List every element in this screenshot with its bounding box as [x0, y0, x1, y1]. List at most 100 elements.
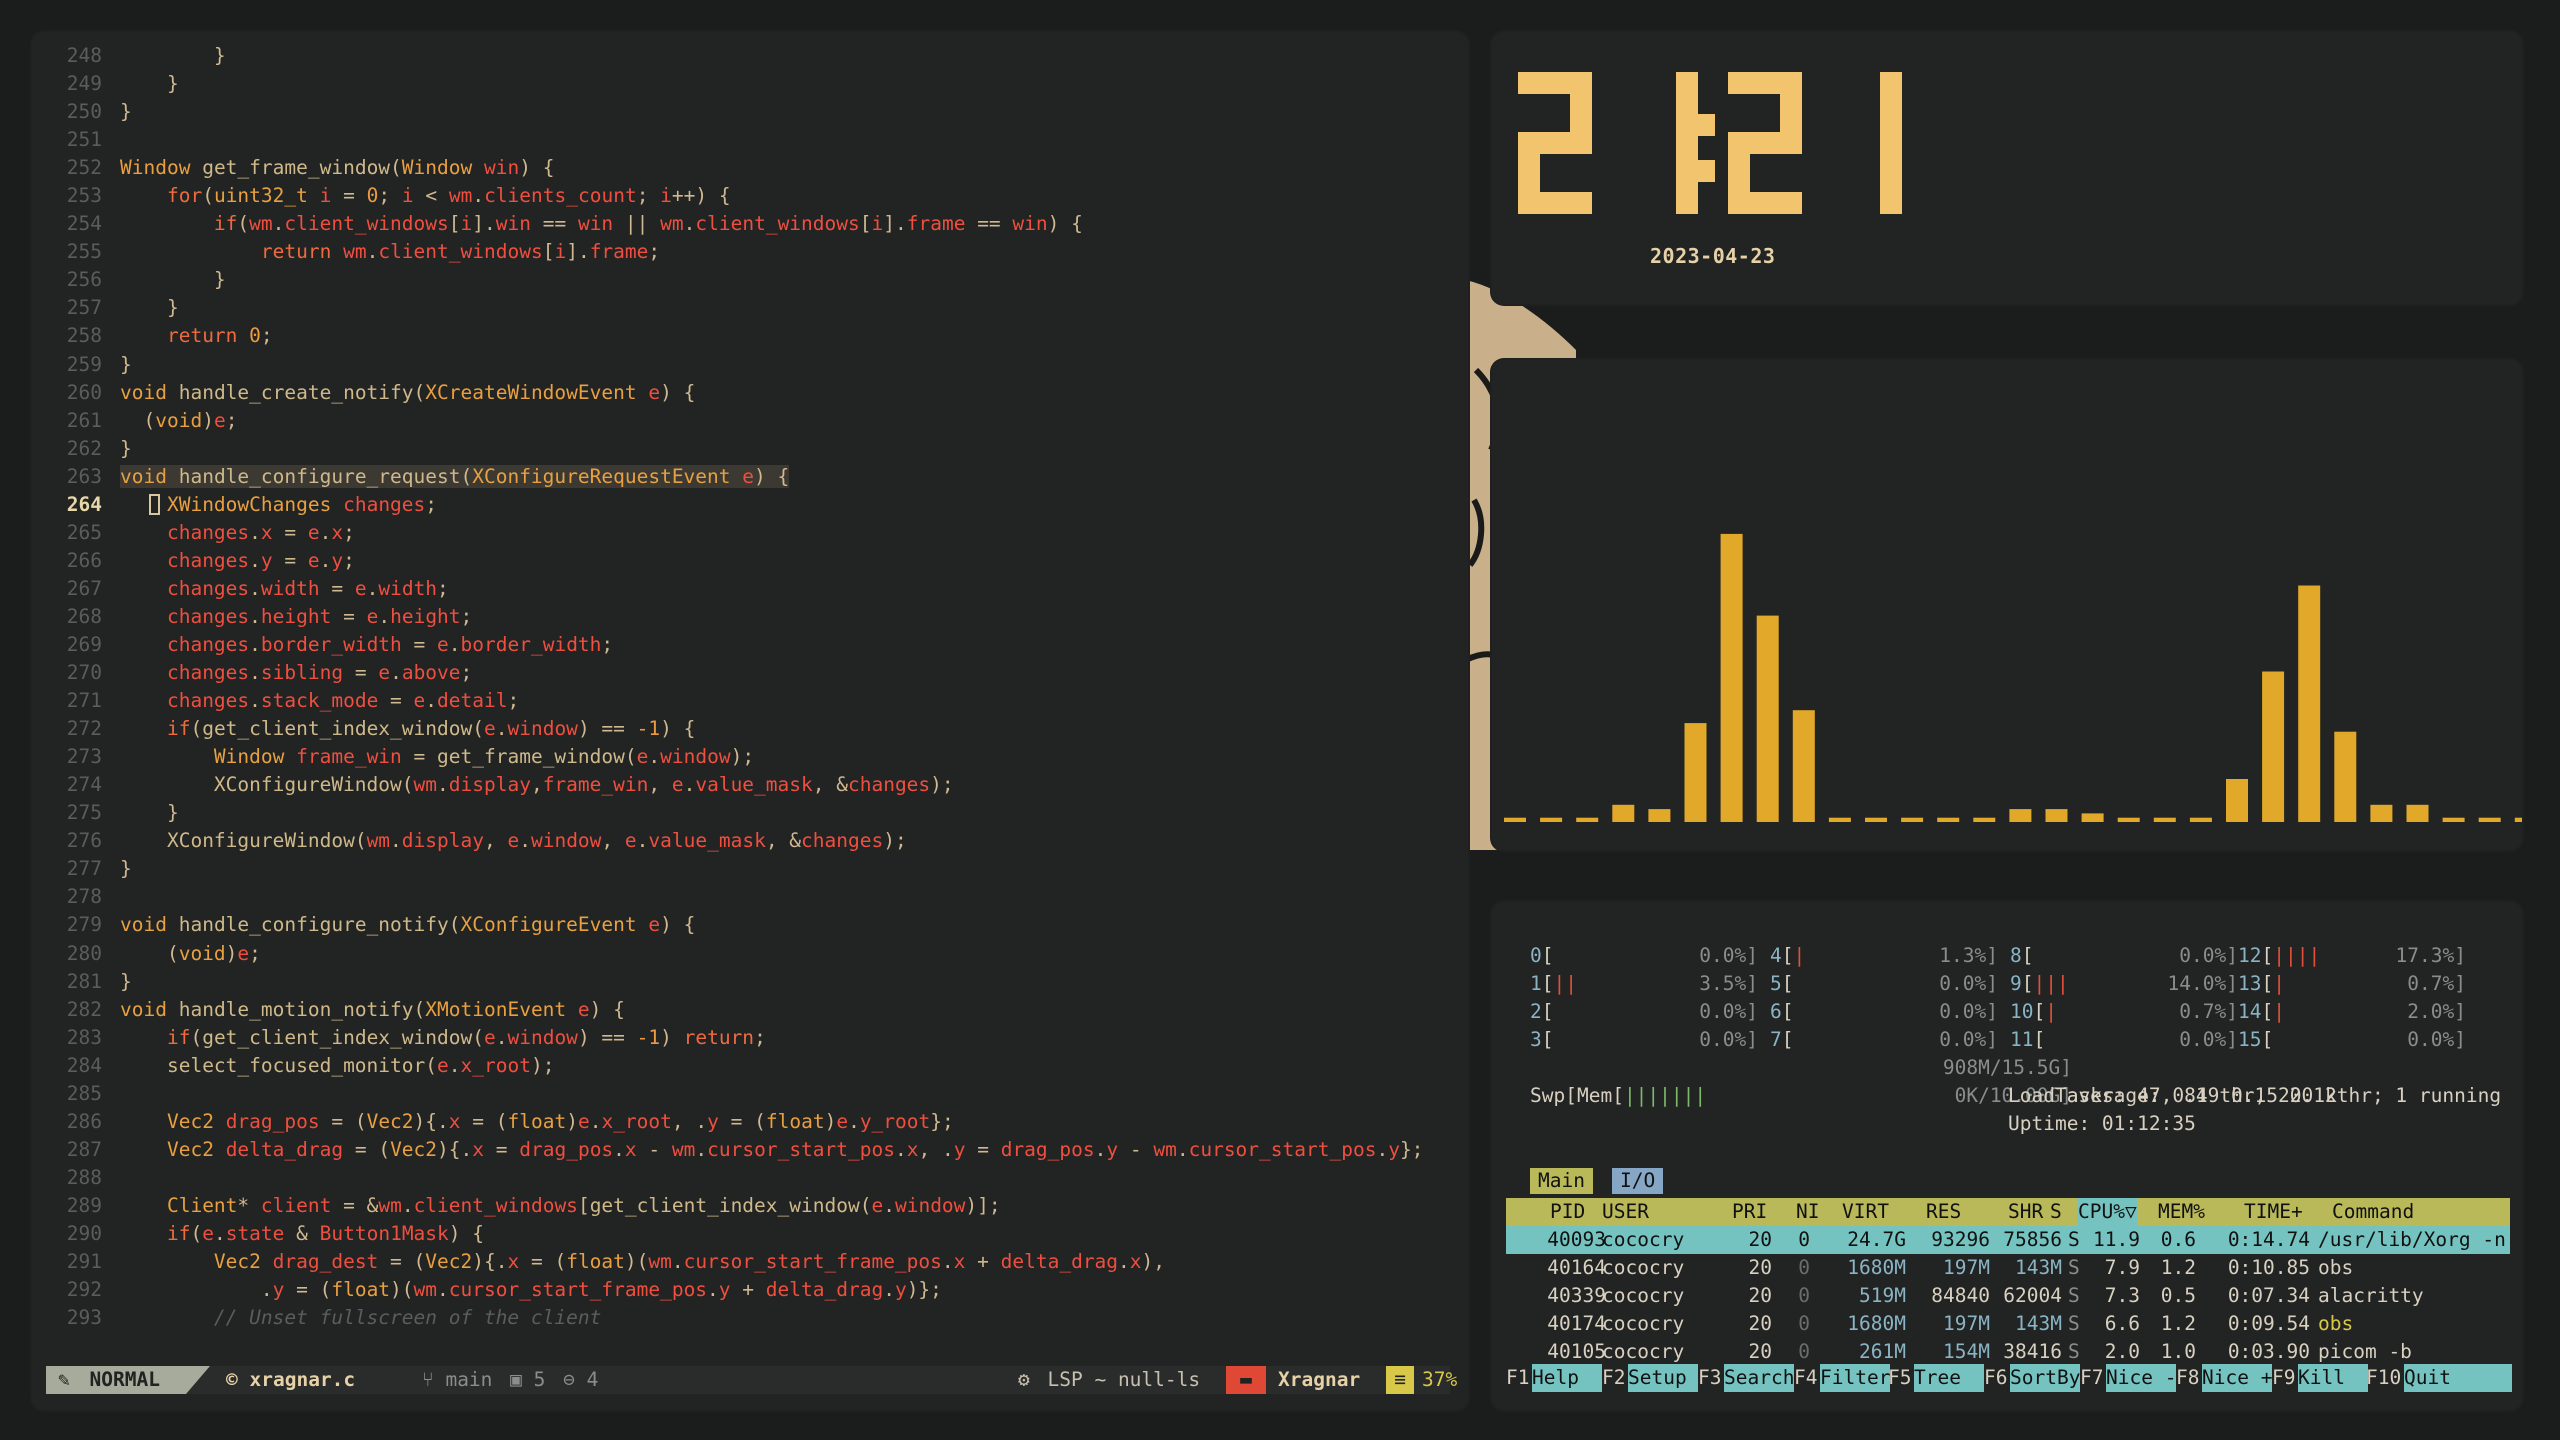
- git-info[interactable]: ⑂ main ▣ 5 ⊖ 4: [422, 1366, 598, 1394]
- code-line[interactable]: 257 }: [46, 294, 1466, 322]
- code-line[interactable]: 277}: [46, 855, 1466, 883]
- code-line[interactable]: 283 if(get_client_index_window(e.window)…: [46, 1024, 1466, 1052]
- fkey-label[interactable]: Tree: [1914, 1364, 1984, 1392]
- code-line[interactable]: 263 void handle_configure_request(XConfig…: [46, 463, 1466, 491]
- code-line[interactable]: 291 Vec2 drag_dest = (Vec2){.x = (float)…: [46, 1248, 1466, 1276]
- code-line[interactable]: 260 void handle_create_notify(XCreateWind…: [46, 379, 1466, 407]
- code-token: sibling: [260, 661, 344, 685]
- htop-window[interactable]: 0[0.0%] 1[|| 3.5%] 2[0.0%] 3[0.0%] 4[| 1.3%] 5[…: [1492, 902, 2522, 1410]
- fkey-f9[interactable]: F9: [2272, 1364, 2295, 1392]
- code-line[interactable]: 258 return 0;: [46, 322, 1466, 350]
- fkey-f7[interactable]: F7: [2080, 1364, 2103, 1392]
- code-token: x: [624, 1137, 637, 1161]
- code-line[interactable]: 280 (void)e;: [46, 940, 1466, 968]
- column-header[interactable]: Command: [2332, 1198, 2414, 1226]
- code-line[interactable]: 265 changes.x = e.x;: [46, 519, 1466, 547]
- column-header[interactable]: USER: [1602, 1198, 1649, 1226]
- code-line[interactable]: 285: [46, 1080, 1466, 1108]
- code-line[interactable]: 254 if(wm.client_windows[i].win == win |…: [46, 210, 1466, 238]
- code-line[interactable]: 251: [46, 126, 1466, 154]
- lsp-status[interactable]: ⚙ LSP ~ null-ls: [1018, 1366, 1200, 1394]
- cpu-id: 0: [1530, 944, 1542, 967]
- code-line[interactable]: 290 if(e.state & Button1Mask) {: [46, 1220, 1466, 1248]
- code-line[interactable]: 249 }: [46, 70, 1466, 98]
- code-line[interactable]: 288: [46, 1164, 1466, 1192]
- column-header[interactable]: VIRT: [1842, 1198, 1889, 1226]
- fkey-label[interactable]: Quit: [2404, 1364, 2512, 1392]
- fkey-f1[interactable]: F1: [1506, 1364, 1529, 1392]
- function-key-bar[interactable]: F1 Help F2 Setup F3 Search F4 Filter F5 Tree F6 Sor…: [1506, 1364, 2512, 1392]
- code-line[interactable]: 259}: [46, 351, 1466, 379]
- fkey-f5[interactable]: F5: [1888, 1364, 1911, 1392]
- tab-io[interactable]: I/O: [1612, 1168, 1664, 1194]
- column-header[interactable]: NI: [1796, 1198, 1819, 1226]
- code-line[interactable]: 282 void handle_motion_notify(XMotionEven…: [46, 996, 1466, 1024]
- process-row[interactable]: 40164 cococry 20 0 1680M 197M 143M S 7.9 1.2 0:10.…: [1506, 1254, 2510, 1282]
- fkey-label[interactable]: Search: [1724, 1364, 1794, 1392]
- fkey-f6[interactable]: F6: [1984, 1364, 2007, 1392]
- code-line[interactable]: 248 }: [46, 42, 1466, 70]
- code-editor[interactable]: 248 } 249 } 250} 251 252 Window get_frame_win…: [32, 32, 1468, 1410]
- code-line[interactable]: 253 for(uint32_t i = 0; i < wm.clients_c…: [46, 182, 1466, 210]
- code-line[interactable]: 292 .y = (float)(wm.cursor_start_frame_p…: [46, 1276, 1466, 1304]
- fkey-f10[interactable]: F10: [2366, 1364, 2401, 1392]
- code-line[interactable]: 286 Vec2 drag_pos = (Vec2){.x = (float)e…: [46, 1108, 1466, 1136]
- code-line[interactable]: 267 changes.width = e.width;: [46, 575, 1466, 603]
- code-line[interactable]: 262}: [46, 435, 1466, 463]
- tab-main[interactable]: Main: [1530, 1168, 1593, 1194]
- column-header[interactable]: CPU%▽: [2078, 1198, 2137, 1226]
- fkey-label[interactable]: Setup: [1628, 1364, 1698, 1392]
- code-line[interactable]: 266 changes.y = e.y;: [46, 547, 1466, 575]
- process-row[interactable]: 40174 cococry 20 0 1680M 197M 143M S 6.6 1.2 0:09.…: [1506, 1310, 2510, 1338]
- code-token: .: [472, 184, 485, 208]
- process-row[interactable]: 40339 cococry 20 0 519M 84840 62004 S 7.3 0.5 0:07…: [1506, 1282, 2510, 1310]
- code-token: (: [390, 156, 402, 180]
- code-line[interactable]: 281}: [46, 968, 1466, 996]
- code-line[interactable]: 274 XConfigureWindow(wm.display,frame_wi…: [46, 771, 1466, 799]
- code-line[interactable]: 256 }: [46, 266, 1466, 294]
- code-line[interactable]: 261 (void)e;: [46, 407, 1466, 435]
- code-area[interactable]: 248 } 249 } 250} 251 252 Window get_frame_win…: [46, 42, 1466, 1362]
- fkey-label[interactable]: Filter: [1820, 1364, 1890, 1392]
- column-header[interactable]: TIME+: [2244, 1198, 2303, 1226]
- code-line[interactable]: 284 select_focused_monitor(e.x_root);: [46, 1052, 1466, 1080]
- code-line[interactable]: 279 void handle_configure_notify(XConfigu…: [46, 911, 1466, 939]
- code-line[interactable]: 264 XWindowChanges changes;: [46, 491, 1466, 519]
- column-header[interactable]: S: [2050, 1198, 2062, 1226]
- column-header[interactable]: MEM%: [2158, 1198, 2205, 1226]
- code-line[interactable]: 276 XConfigureWindow(wm.display, e.windo…: [46, 827, 1466, 855]
- code-line[interactable]: 252 Window get_frame_window(Window win) {: [46, 154, 1466, 182]
- code-line[interactable]: 275 }: [46, 799, 1466, 827]
- code-line[interactable]: 271 changes.stack_mode = e.detail;: [46, 687, 1466, 715]
- process-table-header[interactable]: PID USER PRI NI VIRT RES SHR S CPU%▽ MEM% TIME+ Com…: [1506, 1198, 2510, 1226]
- fkey-label[interactable]: Nice -: [2106, 1364, 2176, 1392]
- column-header[interactable]: SHR: [2008, 1198, 2043, 1226]
- fkey-label[interactable]: SortBy: [2010, 1364, 2080, 1392]
- code-line[interactable]: 270 changes.sibling = e.above;: [46, 659, 1466, 687]
- code-line[interactable]: 268 changes.height = e.height;: [46, 603, 1466, 631]
- cpu-id: 3: [1530, 1028, 1542, 1051]
- code-line[interactable]: 269 changes.border_width = e.border_widt…: [46, 631, 1466, 659]
- column-header[interactable]: RES: [1926, 1198, 1961, 1226]
- column-header[interactable]: PRI: [1732, 1198, 1767, 1226]
- code-line[interactable]: 289 Client* client = &wm.client_windows[…: [46, 1192, 1466, 1220]
- code-line[interactable]: 255 return wm.client_windows[i].frame;: [46, 238, 1466, 266]
- process-row[interactable]: 40105 cococry 20 0 261M 154M 38416 S 2.0 1.0 0:03.…: [1506, 1338, 2510, 1366]
- fkey-f8[interactable]: F8: [2176, 1364, 2199, 1392]
- fkey-label[interactable]: Kill: [2298, 1364, 2368, 1392]
- file-name[interactable]: © xragnar.c: [226, 1366, 355, 1394]
- fkey-f4[interactable]: F4: [1794, 1364, 1817, 1392]
- process-row[interactable]: 40093 cococry 20 0 24.7G 93296 75856 S 11.9 0.6 0:…: [1506, 1226, 2510, 1254]
- line-number: 290: [66, 1221, 102, 1245]
- fkey-label[interactable]: Nice +: [2202, 1364, 2272, 1392]
- code-line[interactable]: 278: [46, 883, 1466, 911]
- fkey-label[interactable]: Help: [1532, 1364, 1602, 1392]
- code-line[interactable]: 273 Window frame_win = get_frame_window(…: [46, 743, 1466, 771]
- code-line[interactable]: 272 if(get_client_index_window(e.window)…: [46, 715, 1466, 743]
- code-line[interactable]: 293 // Unset fullscreen of the client: [46, 1304, 1466, 1332]
- code-line[interactable]: 250}: [46, 98, 1466, 126]
- column-header[interactable]: PID: [1550, 1198, 1585, 1226]
- fkey-f2[interactable]: F2: [1602, 1364, 1625, 1392]
- code-line[interactable]: 287 Vec2 delta_drag = (Vec2){.x = drag_p…: [46, 1136, 1466, 1164]
- fkey-f3[interactable]: F3: [1698, 1364, 1721, 1392]
